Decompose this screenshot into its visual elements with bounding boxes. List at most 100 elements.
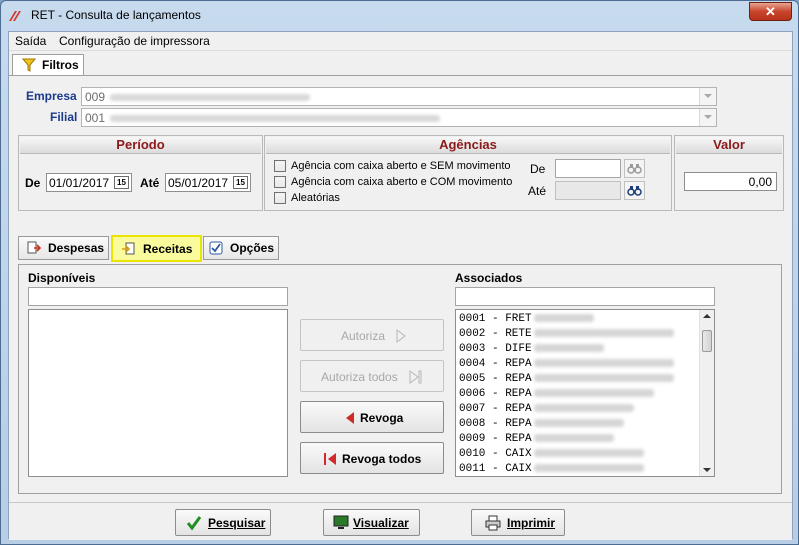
periodo-ate-value: 05/01/2017 — [168, 176, 229, 190]
window-title: RET - Consulta de lançamentos — [31, 8, 201, 22]
list-item[interactable]: 0006 - REPA — [459, 387, 654, 402]
list-item[interactable]: 0003 - DIFE — [459, 342, 604, 357]
calendar-icon[interactable]: 15 — [233, 176, 248, 189]
periodo-ate-input[interactable]: 05/01/2017 15 — [165, 173, 251, 192]
scroll-down-icon[interactable] — [703, 468, 711, 472]
tab-opcoes[interactable]: Opções — [203, 236, 279, 260]
tab-receitas[interactable]: Receitas — [111, 235, 202, 262]
periodo-de-value: 01/01/2017 — [49, 176, 110, 190]
associados-scrollbar[interactable] — [699, 310, 714, 476]
play-right-icon — [396, 329, 406, 343]
list-item[interactable]: 0002 - RETE — [459, 327, 674, 342]
bottom-toolbar: Pesquisar Visualizar Imprimir — [9, 502, 792, 540]
empresa-code: 009 — [85, 90, 106, 104]
list-item[interactable]: 0009 - REPA — [459, 432, 614, 447]
menu-configuracao-impressora[interactable]: Configuração de impressora — [59, 34, 210, 48]
menu-bar: Saída Configuração de impressora — [9, 32, 792, 51]
disponiveis-filter-input[interactable] — [28, 287, 288, 306]
empresa-label: Empresa — [26, 89, 77, 103]
pesquisar-button[interactable]: Pesquisar — [175, 509, 271, 536]
checkbox-sem-movimento[interactable] — [274, 160, 286, 172]
imprimir-label: Imprimir — [507, 516, 556, 530]
agencias-group: Agências Agência com caixa aberto e SEM … — [264, 135, 672, 211]
chevron-down-icon — [704, 115, 712, 119]
list-item[interactable]: 0004 - REPA — [459, 357, 674, 372]
app-window: RET - Consulta de lançamentos ✕ Saída Co… — [0, 0, 799, 545]
visualizar-button[interactable]: Visualizar — [323, 509, 420, 536]
valor-value: 0,00 — [748, 175, 772, 189]
filtros-panel: Empresa 009 Filial 001 Período De 01/01/… — [10, 77, 791, 539]
filial-code: 001 — [85, 111, 106, 125]
filial-dropdown-button[interactable] — [699, 109, 716, 126]
disponiveis-list[interactable] — [28, 309, 288, 477]
document-import-icon — [122, 242, 135, 255]
scroll-up-icon[interactable] — [703, 314, 711, 318]
imprimir-button[interactable]: Imprimir — [471, 509, 565, 536]
empresa-combo[interactable]: 009 — [81, 87, 717, 106]
tab-despesas[interactable]: Despesas — [18, 236, 109, 260]
checkbox-aleatorias-label: Aleatórias — [291, 192, 340, 204]
revoga-button[interactable]: Revoga — [300, 401, 444, 433]
checkbox-com-movimento[interactable] — [274, 176, 286, 188]
periodo-ate-label: Até — [140, 176, 160, 190]
filial-combo[interactable]: 001 — [81, 108, 717, 127]
tab-filtros-label: Filtros — [42, 58, 79, 72]
list-item[interactable]: 0005 - REPA — [459, 372, 674, 387]
disponiveis-label: Disponíveis — [28, 271, 96, 285]
printer-icon — [485, 515, 501, 531]
revoga-todos-label: Revoga todos — [342, 452, 422, 466]
binoculars-icon — [627, 186, 642, 196]
checkmark-icon — [186, 516, 202, 531]
autoriza-todos-label: Autoriza todos — [321, 370, 398, 384]
empresa-name-redacted — [110, 94, 310, 101]
periodo-title: Período — [20, 137, 261, 154]
agencia-ate-input[interactable] — [555, 181, 621, 200]
calendar-icon[interactable]: 15 — [114, 176, 129, 189]
main-tabstrip: Filtros — [9, 52, 792, 76]
filial-label: Filial — [50, 110, 78, 124]
list-item[interactable]: 0007 - REPA — [459, 402, 634, 417]
agencia-de-input[interactable] — [555, 159, 621, 178]
associados-list[interactable]: 0001 - FRET 0002 - RETE 0003 - DIFE 0004… — [455, 309, 715, 477]
valor-title: Valor — [676, 137, 782, 154]
revoga-todos-button[interactable]: Revoga todos — [300, 442, 444, 474]
list-item[interactable]: 0010 - CAIX — [459, 447, 644, 462]
agencias-title: Agências — [266, 137, 670, 154]
list-item[interactable]: 0008 - REPA — [459, 417, 624, 432]
skip-right-icon — [409, 370, 422, 384]
revoga-label: Revoga — [360, 411, 404, 425]
close-button[interactable]: ✕ — [749, 2, 792, 21]
tab-receitas-label: Receitas — [143, 242, 193, 256]
valor-input[interactable]: 0,00 — [684, 172, 777, 191]
checkbox-com-movimento-label: Agência com caixa aberto e COM movimento — [291, 176, 513, 188]
title-bar: RET - Consulta de lançamentos ✕ — [1, 1, 798, 31]
binoculars-icon — [627, 164, 642, 174]
filial-name-redacted — [110, 115, 440, 122]
empresa-dropdown-button[interactable] — [699, 88, 716, 105]
agencia-de-search-button[interactable] — [624, 159, 645, 178]
tab-despesas-label: Despesas — [48, 241, 105, 255]
list-item[interactable]: 0001 - FRET — [459, 312, 594, 327]
client-area: Saída Configuração de impressora Filtros… — [8, 31, 793, 540]
tab-filtros[interactable]: Filtros — [12, 54, 84, 75]
agencia-ate-label: Até — [528, 184, 547, 198]
tab-opcoes-label: Opções — [230, 241, 275, 255]
periodo-de-input[interactable]: 01/01/2017 15 — [46, 173, 132, 192]
chevron-down-icon — [704, 94, 712, 98]
autoriza-todos-button[interactable]: Autoriza todos — [300, 360, 444, 392]
agencia-ate-search-button[interactable] — [624, 181, 645, 200]
autoriza-button[interactable]: Autoriza — [300, 319, 444, 351]
checkbox-checked-icon — [209, 241, 223, 255]
play-left-icon — [346, 412, 354, 424]
list-item[interactable]: 0011 - CAIX — [459, 462, 644, 476]
autoriza-label: Autoriza — [341, 329, 386, 343]
pesquisar-label: Pesquisar — [208, 516, 266, 530]
associados-filter-input[interactable] — [455, 287, 715, 306]
checkbox-aleatorias[interactable] — [274, 192, 286, 204]
periodo-group: Período De 01/01/2017 15 Até 05/01/2017 … — [18, 135, 263, 211]
checkbox-sem-movimento-label: Agência com caixa aberto e SEM movimento — [291, 160, 511, 172]
receitas-panel: Disponíveis Autoriza Autoriza todos Revo… — [18, 264, 782, 494]
periodo-de-label: De — [25, 176, 41, 190]
menu-saida[interactable]: Saída — [15, 34, 46, 48]
scroll-thumb[interactable] — [702, 330, 712, 352]
